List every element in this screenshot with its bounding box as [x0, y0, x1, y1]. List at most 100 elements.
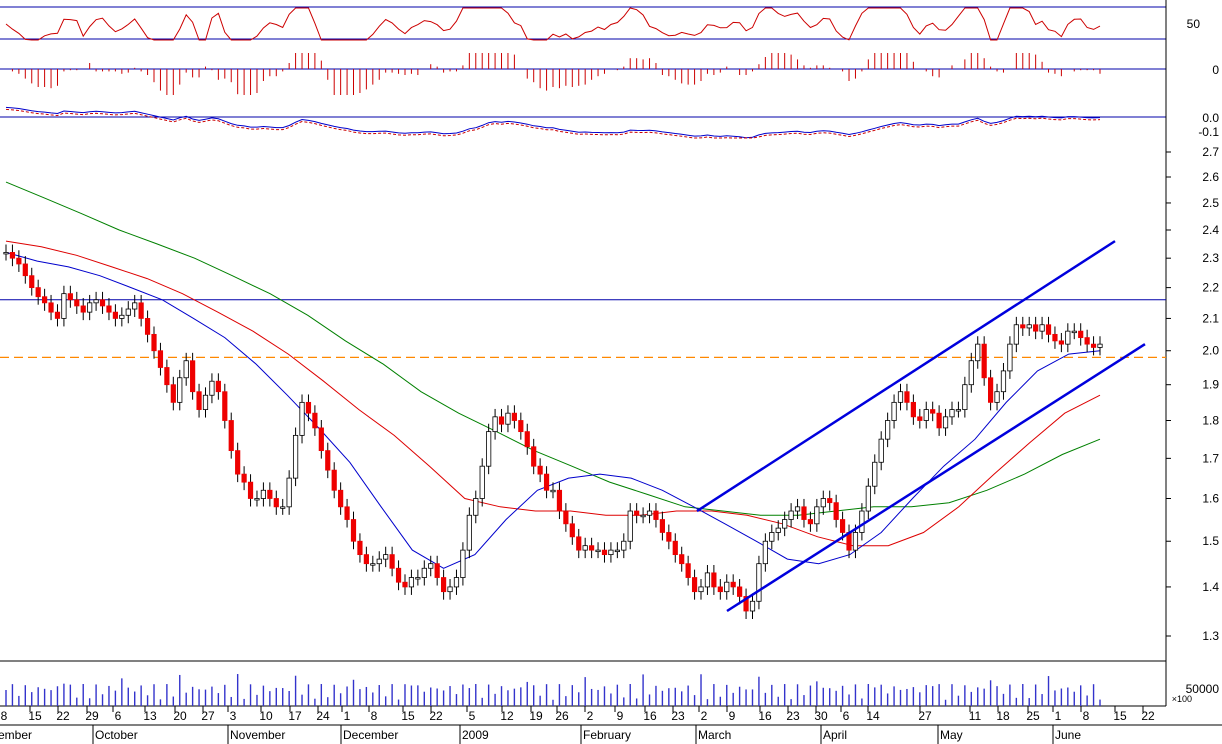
price-axis: 1.3 1.4 1.5 1.6 1.7 1.8 1.9 2.0 2.1 2.2 2.3 2.4 2.5 2… [1166, 145, 1219, 643]
date-tick-label: 15 [1113, 709, 1127, 723]
candle-body [1097, 343, 1103, 348]
date-tick-label: 1 [1055, 709, 1062, 723]
candle-body [106, 305, 112, 313]
candle-body [215, 380, 221, 393]
candle-body [782, 519, 788, 529]
candle-body [190, 360, 196, 393]
month-label: March [698, 728, 731, 742]
date-tick-label: 8 [1, 709, 8, 723]
candle-body [421, 567, 427, 578]
candle-body [338, 489, 344, 508]
candle-body [852, 532, 859, 551]
candle-body [582, 545, 588, 551]
candle-body [775, 527, 781, 533]
candle-body [363, 554, 369, 565]
candle-body [312, 412, 318, 429]
date-tick-label: 18 [996, 709, 1010, 723]
candle-body [164, 367, 170, 386]
candle-body [318, 427, 324, 452]
candle-body [370, 563, 376, 566]
candle-body [415, 577, 421, 580]
date-tick-label: 23 [786, 709, 800, 723]
candle-body [794, 506, 801, 512]
candle-body [878, 438, 884, 463]
candle-body [614, 549, 620, 553]
candle-body [756, 563, 762, 602]
date-tick-label: 22 [1141, 709, 1155, 723]
channel-lower-line [726, 343, 1146, 613]
candle-body [897, 391, 904, 403]
candle-body [666, 532, 672, 542]
candle-body [762, 540, 768, 565]
date-tick-label: 10 [259, 709, 273, 723]
candle-body [1039, 324, 1045, 332]
date-tick-label: 22 [429, 709, 443, 723]
reference-lines [0, 299, 1166, 358]
macd-tick-zero: 0.0 [1202, 111, 1219, 125]
candle-body [1052, 333, 1058, 342]
indicator-axis: 50 0 0.0 -0.1 50000 ×100 [1172, 17, 1220, 704]
candle-body [305, 401, 312, 414]
ma-mid-line [5, 240, 1101, 547]
candle-body [254, 498, 260, 501]
candle-body [357, 540, 363, 556]
candle-body [144, 318, 151, 335]
candle-body [885, 420, 891, 440]
candle-body [904, 391, 910, 403]
macd-line [5, 106, 1101, 139]
candle-body [910, 401, 916, 418]
date-tick-label: 16 [758, 709, 772, 723]
candle-body [691, 577, 698, 593]
candle-body [273, 498, 279, 508]
candle-body [724, 581, 730, 593]
candle-body [74, 299, 80, 307]
date-tick-label: 19 [529, 709, 543, 723]
date-tick-label: 3 [230, 709, 237, 723]
candle-body [1007, 343, 1013, 372]
candle-body [125, 308, 131, 316]
price-tick-label: 2.0 [1202, 344, 1219, 358]
candle-body [112, 311, 118, 319]
candle-body [653, 510, 659, 520]
price-tick-label: 2.5 [1202, 196, 1219, 210]
month-label: November [230, 728, 285, 742]
candle-body [524, 431, 530, 448]
candle-body [389, 554, 395, 569]
candle-body [788, 510, 794, 520]
date-tick-label: 11 [969, 709, 982, 723]
panel-frames [0, 0, 1222, 726]
candle-body [569, 523, 575, 538]
candle-body [550, 489, 556, 493]
candle-body [466, 514, 472, 551]
candle-body [138, 302, 144, 319]
ma-long-line [5, 181, 1101, 516]
candle-body [202, 394, 209, 410]
date-tick-label: 13 [143, 709, 157, 723]
date-tick-label: 8 [371, 709, 378, 723]
candle-body [428, 563, 434, 569]
price-tick-label: 1.6 [1202, 491, 1219, 505]
candle-body [1013, 324, 1019, 345]
candle-body [1084, 337, 1090, 345]
candle-body [685, 563, 691, 578]
candle-body [891, 401, 897, 421]
candle-body [267, 489, 273, 499]
candle-body [1000, 370, 1007, 393]
candle-body [209, 380, 215, 396]
date-tick-label: 22 [56, 709, 70, 723]
candle-body [350, 519, 357, 542]
date-tick-label: 15 [28, 709, 42, 723]
date-tick-label: 26 [555, 709, 569, 723]
volume-bars [5, 674, 1101, 706]
candle-body [344, 506, 350, 520]
candle-body [460, 549, 466, 578]
stock-chart: 1.3 1.4 1.5 1.6 1.7 1.8 1.9 2.0 2.1 2.2 2.3 2.4 2.5 2… [0, 0, 1222, 744]
candle-body [376, 558, 382, 565]
candle-body [196, 391, 202, 410]
date-tick-label: 6 [115, 709, 122, 723]
date-tick-label: 6 [843, 709, 850, 723]
candle-body [119, 314, 125, 319]
candle-body [93, 299, 99, 304]
price-tick-label: 2.3 [1202, 251, 1219, 265]
candle-body [434, 563, 440, 578]
